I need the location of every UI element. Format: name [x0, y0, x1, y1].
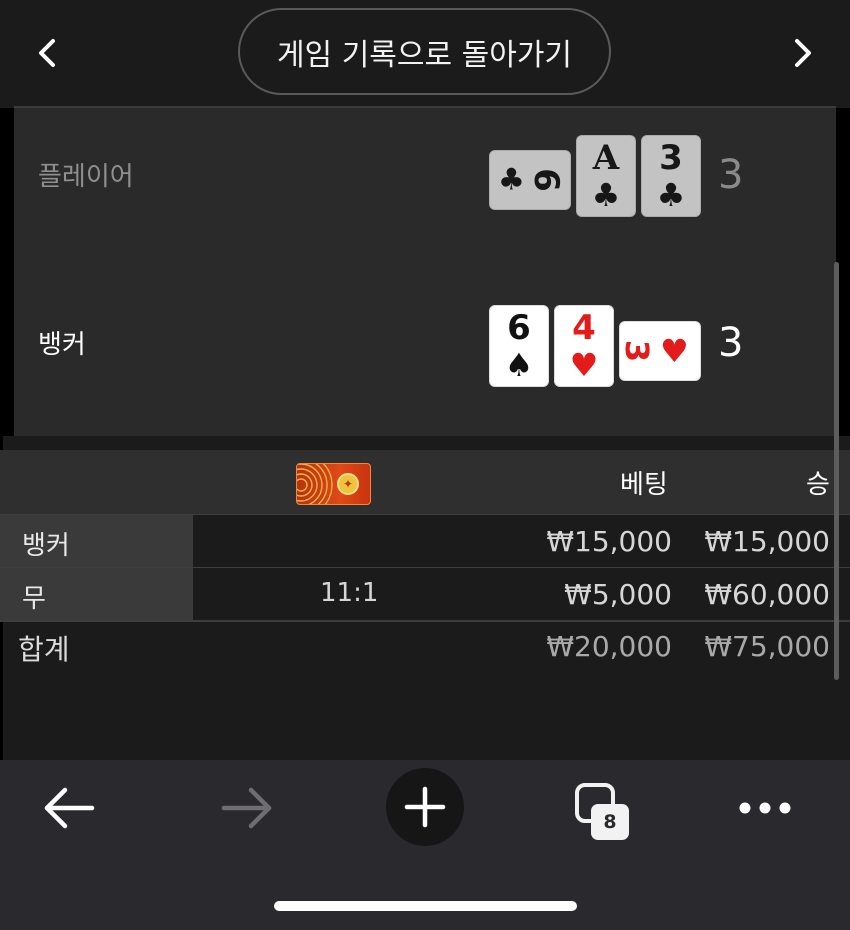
player-label: 플레이어 [38, 162, 134, 192]
tabs-icon[interactable]: 8 [574, 782, 632, 840]
bet-amount: ₩5,000 [564, 578, 672, 611]
club-icon: ♣ [498, 162, 525, 198]
banker-card-1: 6 ♠ [490, 306, 548, 386]
bet-column-header: 베팅 [620, 470, 668, 500]
banker-card-3: 3 ♥ [618, 322, 700, 380]
player-hand: 플레이어 ♣ 6 A ♣ 3 ♣ 3 [14, 108, 836, 268]
scrollbar[interactable] [834, 262, 839, 680]
home-indicator [274, 901, 577, 911]
bet-table-header: ✦ 베팅 승 [0, 450, 850, 514]
tab-count: 8 [591, 804, 629, 840]
total-win-amount: ₩75,000 [704, 630, 830, 663]
banker-card-2: 4 ♥ [555, 306, 613, 386]
win-amount: ₩15,000 [704, 525, 830, 558]
back-to-history-button[interactable]: 게임 기록으로 돌아가기 [238, 8, 611, 95]
player-card-2: A ♣ [577, 136, 635, 216]
club-icon: ♣ [656, 176, 686, 214]
table-row: 뱅커 ₩15,000 ₩15,000 [0, 515, 850, 567]
browser-toolbar: 8 [0, 760, 850, 930]
arrow-right-icon[interactable] [220, 786, 274, 834]
banker-total: 3 [718, 320, 744, 366]
heart-icon: ♥ [569, 346, 599, 384]
card-rank: 3 [618, 339, 657, 363]
player-card-1: ♣ 6 [490, 151, 570, 209]
club-icon: ♣ [591, 176, 621, 214]
heart-icon: ♥ [660, 332, 689, 370]
plus-icon[interactable] [386, 768, 464, 846]
bet-odds: 11:1 [320, 578, 379, 608]
spade-icon: ♠ [504, 346, 534, 384]
bet-name: 뱅커 [22, 531, 70, 561]
table-row: 무 11:1 ₩5,000 ₩60,000 [0, 568, 850, 620]
red-envelope-bonus-icon: ✦ [296, 463, 371, 505]
win-column-header: 승 [806, 470, 830, 500]
total-row: 합계 ₩20,000 ₩75,000 [0, 620, 850, 672]
arrow-left-icon[interactable] [42, 786, 96, 834]
player-total: 3 [718, 152, 744, 198]
win-amount: ₩60,000 [704, 578, 830, 611]
chevron-left-icon[interactable] [34, 38, 60, 68]
card-rank: 3 [659, 138, 683, 178]
more-dots-icon[interactable] [738, 800, 792, 819]
bet-name: 무 [22, 584, 46, 614]
banker-label: 뱅커 [38, 330, 86, 360]
game-history-header: 게임 기록으로 돌아가기 [0, 0, 850, 108]
card-rank: 6 [525, 168, 566, 192]
player-card-3: 3 ♣ [642, 136, 700, 216]
round-result-panel: 플레이어 ♣ 6 A ♣ 3 ♣ 3 뱅커 6 ♠ 4 ♥ 3 ♥ 3 [14, 108, 836, 436]
total-bet-amount: ₩20,000 [546, 630, 672, 663]
card-rank: A [592, 138, 620, 178]
bet-amount: ₩15,000 [546, 525, 672, 558]
card-rank: 6 [507, 308, 531, 348]
total-label: 합계 [18, 633, 70, 666]
chevron-right-icon[interactable] [790, 38, 816, 68]
banker-hand: 뱅커 6 ♠ 4 ♥ 3 ♥ 3 [14, 268, 836, 436]
card-rank: 4 [572, 308, 596, 348]
